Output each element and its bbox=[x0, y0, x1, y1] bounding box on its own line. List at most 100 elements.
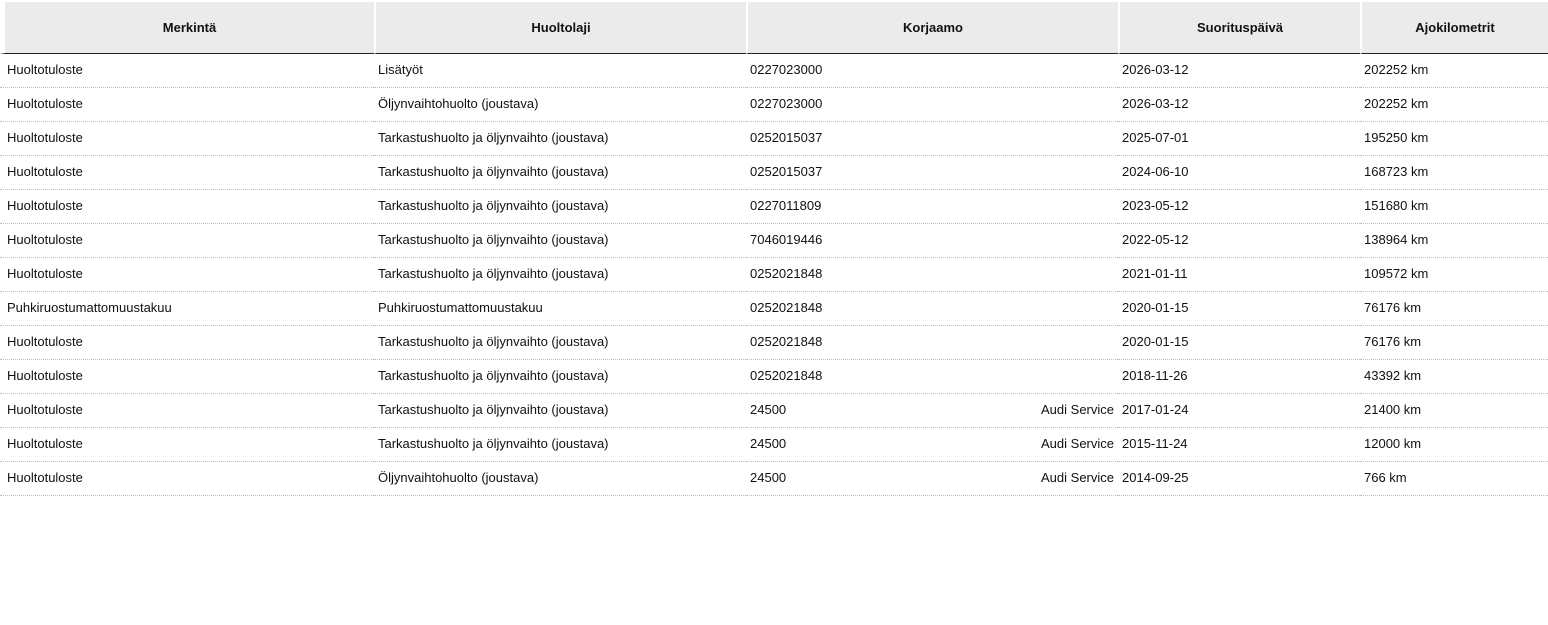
cell-merkinta: Huoltotuloste bbox=[0, 122, 374, 156]
cell-korjaamo: 0252021848 bbox=[746, 292, 1118, 326]
cell-huoltolaji-text: Öljynvaihtohuolto (joustava) bbox=[378, 96, 539, 111]
cell-ajokilometrit-text: 43392 km bbox=[1364, 368, 1422, 383]
cell-huoltolaji-text: Tarkastushuolto ja öljynvaihto (joustava… bbox=[378, 266, 609, 281]
table-row[interactable]: Huoltotuloste Tarkastushuolto ja öljynvai… bbox=[0, 258, 1548, 292]
cell-suorituspaiva-text: 2025-07-01 bbox=[1122, 130, 1189, 145]
cell-korjaamo: 0227023000 bbox=[746, 54, 1118, 88]
korjaamo-id: 0227011809 bbox=[750, 198, 822, 213]
cell-suorituspaiva: 2020-01-15 bbox=[1118, 326, 1360, 360]
cell-korjaamo: 24500 Audi Service bbox=[746, 428, 1118, 462]
cell-ajokilometrit: 109572 km bbox=[1360, 258, 1548, 292]
cell-suorituspaiva: 2014-09-25 bbox=[1118, 462, 1360, 496]
table-row[interactable]: Huoltotuloste Lisätyöt 0227023000 2026-03-1… bbox=[0, 54, 1548, 88]
cell-korjaamo: 0252021848 bbox=[746, 258, 1118, 292]
cell-suorituspaiva: 2025-07-01 bbox=[1118, 122, 1360, 156]
korjaamo-cell-content: 24500 Audi Service bbox=[750, 470, 1118, 486]
cell-ajokilometrit-text: 202252 km bbox=[1364, 96, 1429, 111]
table-row[interactable]: Huoltotuloste Öljynvaihtohuolto (joustava… bbox=[0, 88, 1548, 122]
cell-ajokilometrit: 202252 km bbox=[1360, 54, 1548, 88]
cell-merkinta-text: Huoltotuloste bbox=[7, 62, 83, 77]
korjaamo-id: 0252021848 bbox=[750, 368, 823, 383]
column-header-huoltolaji[interactable]: Huoltolaji bbox=[374, 0, 746, 54]
korjaamo-cell-content: 24500 Audi Service bbox=[750, 436, 1118, 452]
column-header-merkinta[interactable]: Merkintä bbox=[0, 0, 374, 54]
cell-korjaamo: 24500 Audi Service bbox=[746, 394, 1118, 428]
cell-merkinta: Huoltotuloste bbox=[0, 156, 374, 190]
cell-huoltolaji-text: Puhkiruostumattomuustakuu bbox=[378, 300, 543, 315]
cell-huoltolaji-text: Tarkastushuolto ja öljynvaihto (joustava… bbox=[378, 436, 609, 451]
cell-merkinta-text: Huoltotuloste bbox=[7, 96, 83, 111]
cell-huoltolaji: Tarkastushuolto ja öljynvaihto (joustava… bbox=[374, 360, 746, 394]
table-row[interactable]: Huoltotuloste Tarkastushuolto ja öljynvai… bbox=[0, 156, 1548, 190]
cell-ajokilometrit-text: 21400 km bbox=[1364, 402, 1422, 417]
cell-huoltolaji: Tarkastushuolto ja öljynvaihto (joustava… bbox=[374, 224, 746, 258]
cell-ajokilometrit: 151680 km bbox=[1360, 190, 1548, 224]
korjaamo-cell-content: 0227023000 bbox=[750, 62, 1118, 78]
table-row[interactable]: Huoltotuloste Öljynvaihtohuolto (joustava… bbox=[0, 462, 1548, 496]
cell-suorituspaiva-text: 2023-05-12 bbox=[1122, 198, 1189, 213]
cell-merkinta: Huoltotuloste bbox=[0, 258, 374, 292]
cell-merkinta-text: Huoltotuloste bbox=[7, 368, 83, 383]
cell-huoltolaji: Öljynvaihtohuolto (joustava) bbox=[374, 462, 746, 496]
cell-ajokilometrit: 766 km bbox=[1360, 462, 1548, 496]
cell-merkinta: Huoltotuloste bbox=[0, 224, 374, 258]
cell-merkinta: Huoltotuloste bbox=[0, 462, 374, 496]
cell-suorituspaiva: 2024-06-10 bbox=[1118, 156, 1360, 190]
cell-ajokilometrit-text: 109572 km bbox=[1364, 266, 1429, 281]
cell-ajokilometrit-text: 76176 km bbox=[1364, 300, 1422, 315]
column-header-suorituspaiva[interactable]: Suorituspäivä bbox=[1118, 0, 1360, 54]
cell-huoltolaji: Tarkastushuolto ja öljynvaihto (joustava… bbox=[374, 258, 746, 292]
cell-merkinta: Puhkiruostumattomuustakuu bbox=[0, 292, 374, 326]
korjaamo-id: 0252015037 bbox=[750, 130, 823, 145]
korjaamo-id: 0252021848 bbox=[750, 266, 823, 281]
cell-ajokilometrit: 168723 km bbox=[1360, 156, 1548, 190]
table-row[interactable]: Huoltotuloste Tarkastushuolto ja öljynvai… bbox=[0, 122, 1548, 156]
korjaamo-id: 7046019446 bbox=[750, 232, 823, 247]
table-row[interactable]: Huoltotuloste Tarkastushuolto ja öljynvai… bbox=[0, 190, 1548, 224]
cell-huoltolaji: Tarkastushuolto ja öljynvaihto (joustava… bbox=[374, 190, 746, 224]
korjaamo-cell-content: 24500 Audi Service bbox=[750, 402, 1118, 418]
korjaamo-cell-content: 0252021848 bbox=[750, 334, 1118, 350]
table-row[interactable]: Puhkiruostumattomuustakuu Puhkiruostumatt… bbox=[0, 292, 1548, 326]
cell-huoltolaji-text: Lisätyöt bbox=[378, 62, 423, 77]
korjaamo-cell-content: 0227011809 bbox=[750, 198, 1118, 214]
cell-huoltolaji-text: Öljynvaihtohuolto (joustava) bbox=[378, 470, 539, 485]
table-row[interactable]: Huoltotuloste Tarkastushuolto ja öljynvai… bbox=[0, 360, 1548, 394]
korjaamo-id: 0227023000 bbox=[750, 96, 823, 111]
cell-merkinta: Huoltotuloste bbox=[0, 326, 374, 360]
cell-suorituspaiva: 2021-01-11 bbox=[1118, 258, 1360, 292]
cell-huoltolaji: Tarkastushuolto ja öljynvaihto (joustava… bbox=[374, 428, 746, 462]
cell-suorituspaiva-text: 2020-01-15 bbox=[1122, 300, 1189, 315]
cell-ajokilometrit: 76176 km bbox=[1360, 292, 1548, 326]
cell-korjaamo: 0252021848 bbox=[746, 360, 1118, 394]
cell-suorituspaiva-text: 2021-01-11 bbox=[1122, 266, 1188, 281]
cell-ajokilometrit: 138964 km bbox=[1360, 224, 1548, 258]
table-row[interactable]: Huoltotuloste Tarkastushuolto ja öljynvai… bbox=[0, 224, 1548, 258]
cell-suorituspaiva: 2018-11-26 bbox=[1118, 360, 1360, 394]
cell-merkinta-text: Puhkiruostumattomuustakuu bbox=[7, 300, 172, 315]
cell-suorituspaiva-text: 2017-01-24 bbox=[1122, 402, 1189, 417]
cell-suorituspaiva-text: 2014-09-25 bbox=[1122, 470, 1189, 485]
table-row[interactable]: Huoltotuloste Tarkastushuolto ja öljynvai… bbox=[0, 428, 1548, 462]
cell-merkinta: Huoltotuloste bbox=[0, 428, 374, 462]
table-header: Merkintä Huoltolaji Korjaamo Suorituspäi… bbox=[0, 0, 1548, 54]
korjaamo-cell-content: 7046019446 bbox=[750, 232, 1118, 248]
cell-ajokilometrit-text: 195250 km bbox=[1364, 130, 1429, 145]
column-header-ajokilometrit[interactable]: Ajokilometrit bbox=[1360, 0, 1548, 54]
service-history-table-wrap: Merkintä Huoltolaji Korjaamo Suorituspäi… bbox=[0, 0, 1548, 496]
cell-suorituspaiva: 2022-05-12 bbox=[1118, 224, 1360, 258]
korjaamo-id: 0227023000 bbox=[750, 62, 823, 77]
cell-korjaamo: 0227011809 bbox=[746, 190, 1118, 224]
cell-ajokilometrit-text: 151680 km bbox=[1364, 198, 1429, 213]
table-row[interactable]: Huoltotuloste Tarkastushuolto ja öljynvai… bbox=[0, 326, 1548, 360]
cell-suorituspaiva-text: 2026-03-12 bbox=[1122, 96, 1189, 111]
service-history-table: Merkintä Huoltolaji Korjaamo Suorituspäi… bbox=[0, 0, 1548, 496]
cell-suorituspaiva-text: 2026-03-12 bbox=[1122, 62, 1189, 77]
column-header-korjaamo[interactable]: Korjaamo bbox=[746, 0, 1118, 54]
korjaamo-cell-content: 0227023000 bbox=[750, 96, 1118, 112]
table-row[interactable]: Huoltotuloste Tarkastushuolto ja öljynvai… bbox=[0, 394, 1548, 428]
cell-suorituspaiva-text: 2015-11-24 bbox=[1122, 436, 1188, 451]
cell-ajokilometrit-text: 12000 km bbox=[1364, 436, 1422, 451]
korjaamo-name: Audi Service bbox=[1041, 470, 1114, 485]
cell-huoltolaji-text: Tarkastushuolto ja öljynvaihto (joustava… bbox=[378, 232, 609, 247]
